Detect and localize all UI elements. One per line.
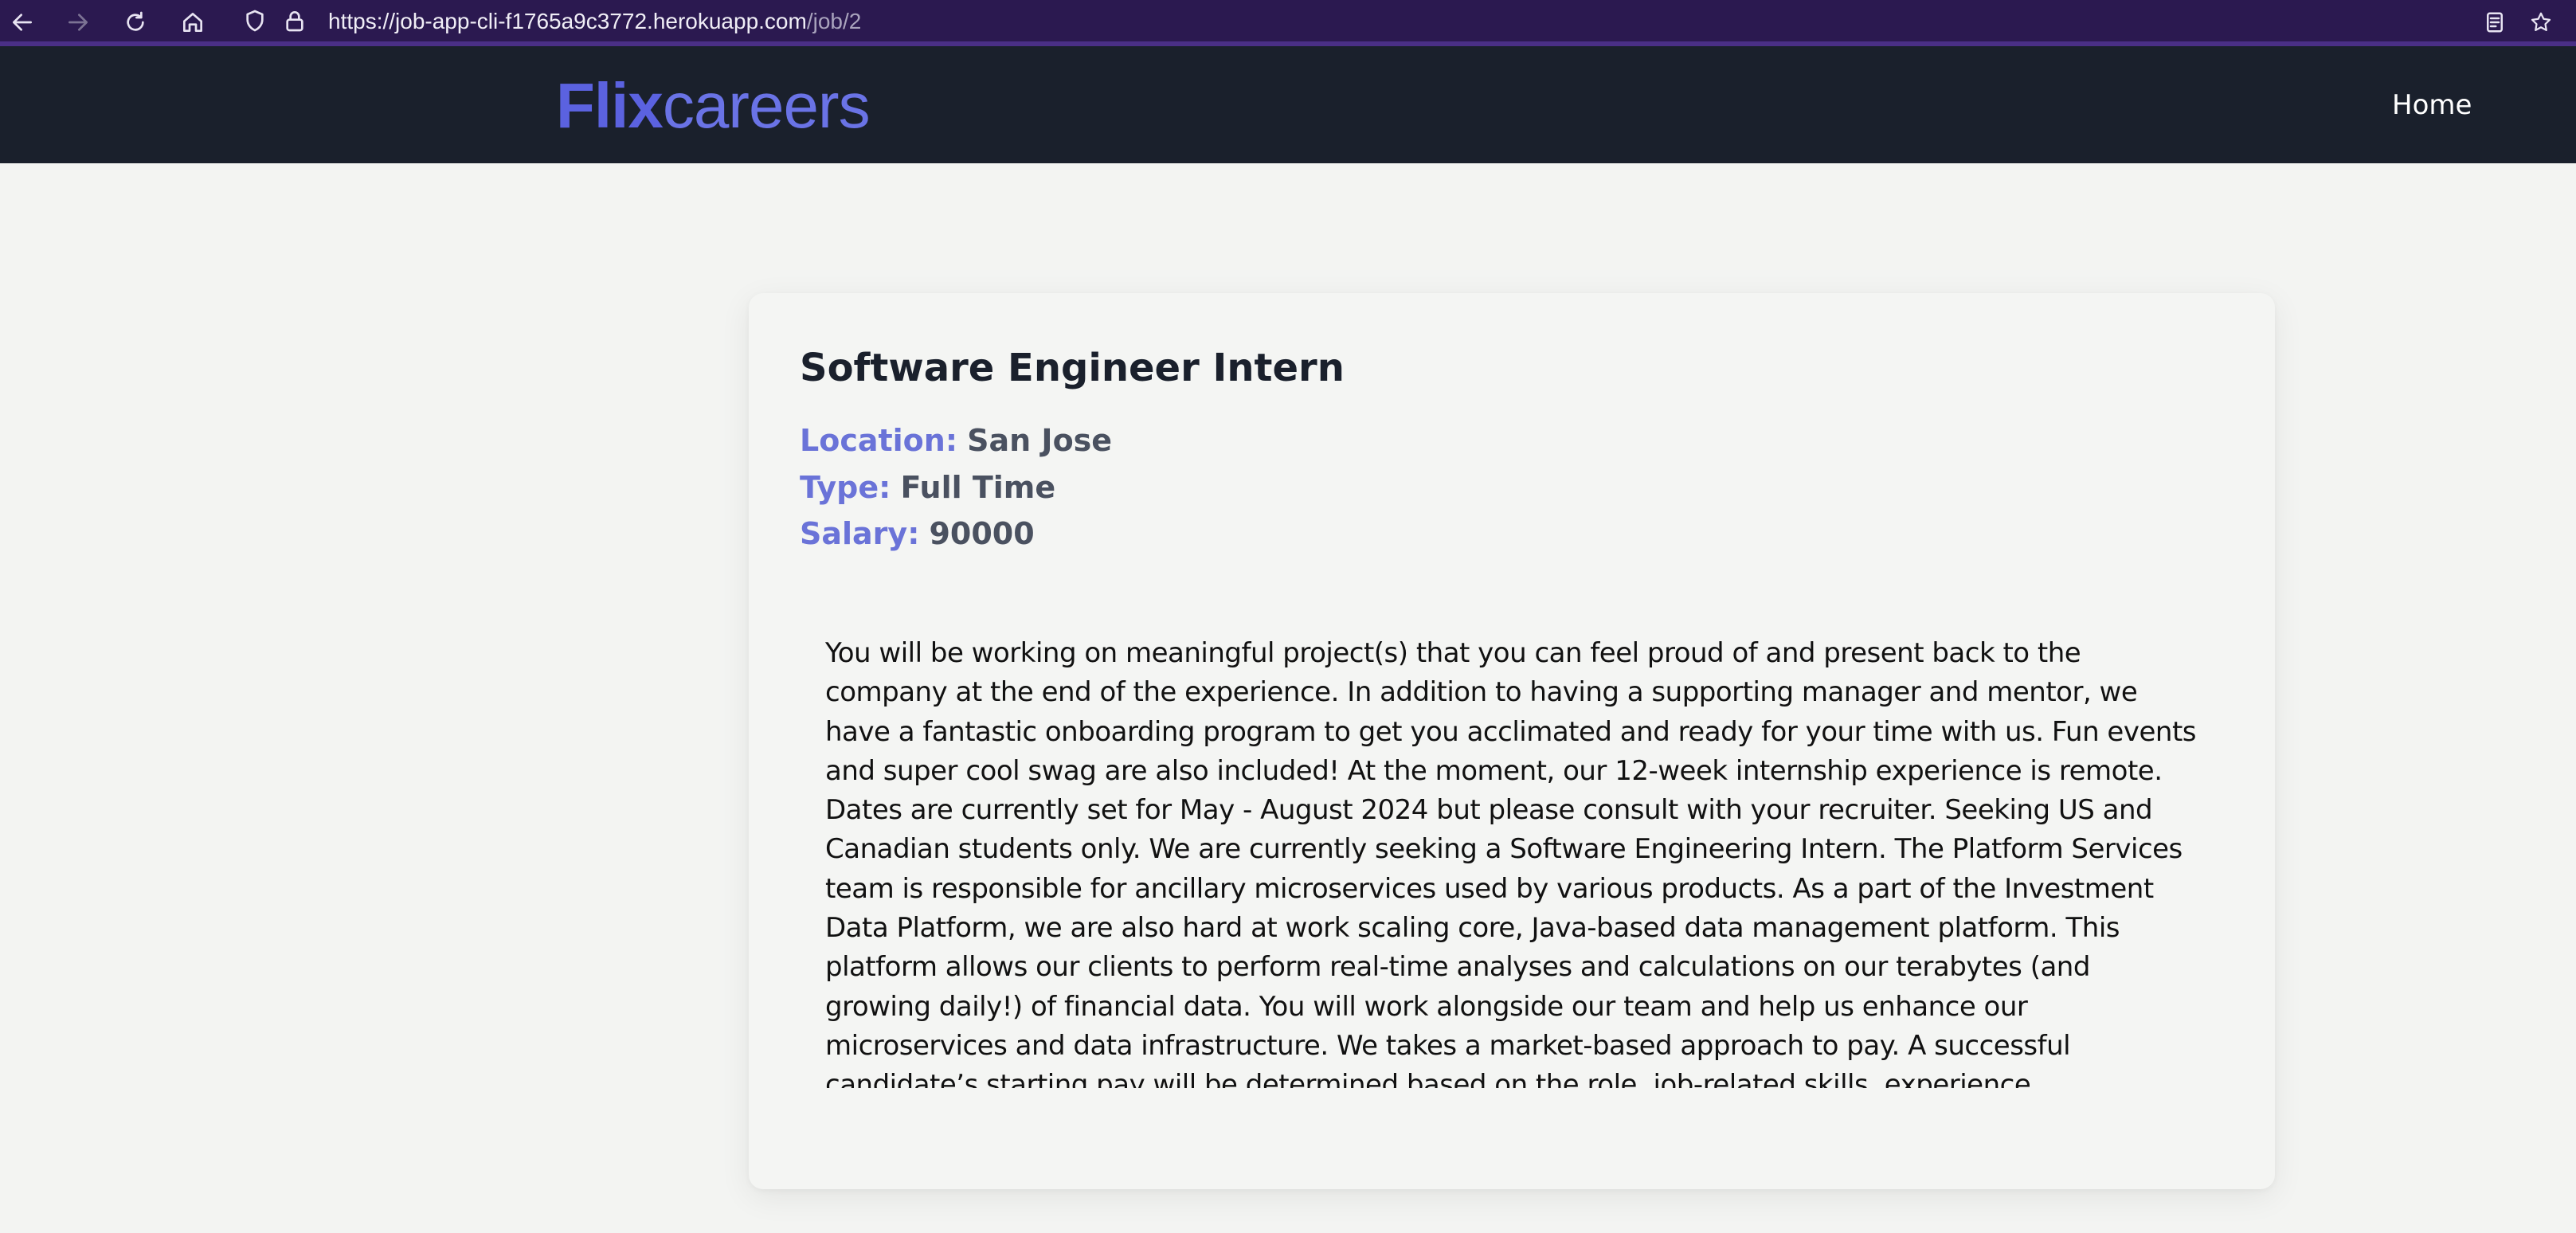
- reader-view-button[interactable]: [2479, 6, 2511, 38]
- bookmark-button[interactable]: [2525, 6, 2557, 38]
- home-icon: [183, 12, 202, 32]
- salary-value: 90000: [929, 516, 1035, 551]
- job-type: Type: Full Time: [800, 468, 1055, 507]
- forward-button[interactable]: [62, 6, 94, 38]
- home-button[interactable]: [177, 6, 209, 38]
- back-button[interactable]: [6, 6, 38, 38]
- shield-icon[interactable]: [242, 8, 268, 33]
- browser-toolbar: https://job-app-cli-f1765a9c3772.herokua…: [0, 0, 2576, 46]
- logo-flix: Flix: [556, 70, 664, 141]
- address-bar[interactable]: https://job-app-cli-f1765a9c3772.herokua…: [231, 0, 2453, 41]
- site-header: Flixcareers Home: [0, 46, 2576, 163]
- arrow-right-icon: [69, 14, 88, 31]
- location-value: San Jose: [967, 423, 1113, 458]
- reload-button[interactable]: [119, 6, 151, 38]
- logo[interactable]: Flixcareers: [556, 70, 871, 142]
- url-base: https://job-app-cli-f1765a9c3772.herokua…: [328, 9, 807, 33]
- type-label: Type:: [800, 470, 891, 505]
- lock-icon[interactable]: [282, 8, 307, 33]
- salary-label: Salary:: [800, 516, 920, 551]
- url-path: /job/2: [806, 9, 862, 33]
- url-text[interactable]: https://job-app-cli-f1765a9c3772.herokua…: [328, 8, 861, 35]
- nav-home-link[interactable]: Home: [2392, 89, 2472, 121]
- job-location: Location: San Jose: [800, 421, 1112, 460]
- job-salary: Salary: 90000: [800, 514, 1035, 554]
- star-icon: [2531, 12, 2551, 31]
- type-value: Full Time: [900, 470, 1056, 505]
- job-title: Software Engineer Intern: [800, 346, 1345, 390]
- arrow-left-icon: [12, 14, 32, 31]
- location-label: Location:: [800, 423, 958, 458]
- reload-icon: [127, 11, 144, 31]
- job-description[interactable]: You will be working on meaningful projec…: [825, 634, 2203, 1088]
- logo-careers: careers: [662, 70, 871, 141]
- reader-view-icon: [2487, 12, 2503, 33]
- job-card: Software Engineer Intern Location: San J…: [749, 293, 2275, 1189]
